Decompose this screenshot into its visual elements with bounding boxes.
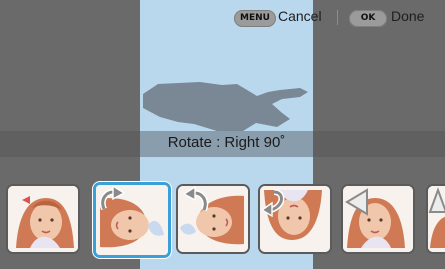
thumbnail-original[interactable] (6, 184, 80, 254)
thumbnail-flip-vertical[interactable] (426, 184, 445, 254)
thumbnail-rotate-right[interactable] (93, 182, 171, 258)
flip-vertical-icon (428, 187, 445, 213)
thumbnail-flip-horizontal[interactable] (341, 184, 415, 254)
done-button[interactable]: Done (391, 8, 424, 24)
cancel-button[interactable]: Cancel (278, 8, 322, 24)
rotate-left-icon (182, 186, 209, 212)
effect-caption: Rotate : Right 90˚ (167, 134, 286, 151)
rotate-180-icon (260, 189, 285, 218)
child-photo-thumbnail (8, 186, 78, 252)
ok-key-badge[interactable]: OK (349, 10, 387, 27)
rotate-edit-screen: MENU Cancel OK Done Rotate : Right 90˚ (0, 0, 445, 269)
menu-key-badge[interactable]: MENU (234, 10, 276, 27)
top-bar: MENU Cancel OK Done (0, 0, 445, 34)
divider (337, 10, 338, 25)
thumbnail-rotate-left[interactable] (176, 184, 250, 254)
thumbnail-rotate-180[interactable] (258, 184, 332, 254)
flip-horizontal-icon (345, 188, 368, 216)
thumbnail-strip (0, 179, 445, 261)
rotate-right-icon (99, 185, 126, 211)
